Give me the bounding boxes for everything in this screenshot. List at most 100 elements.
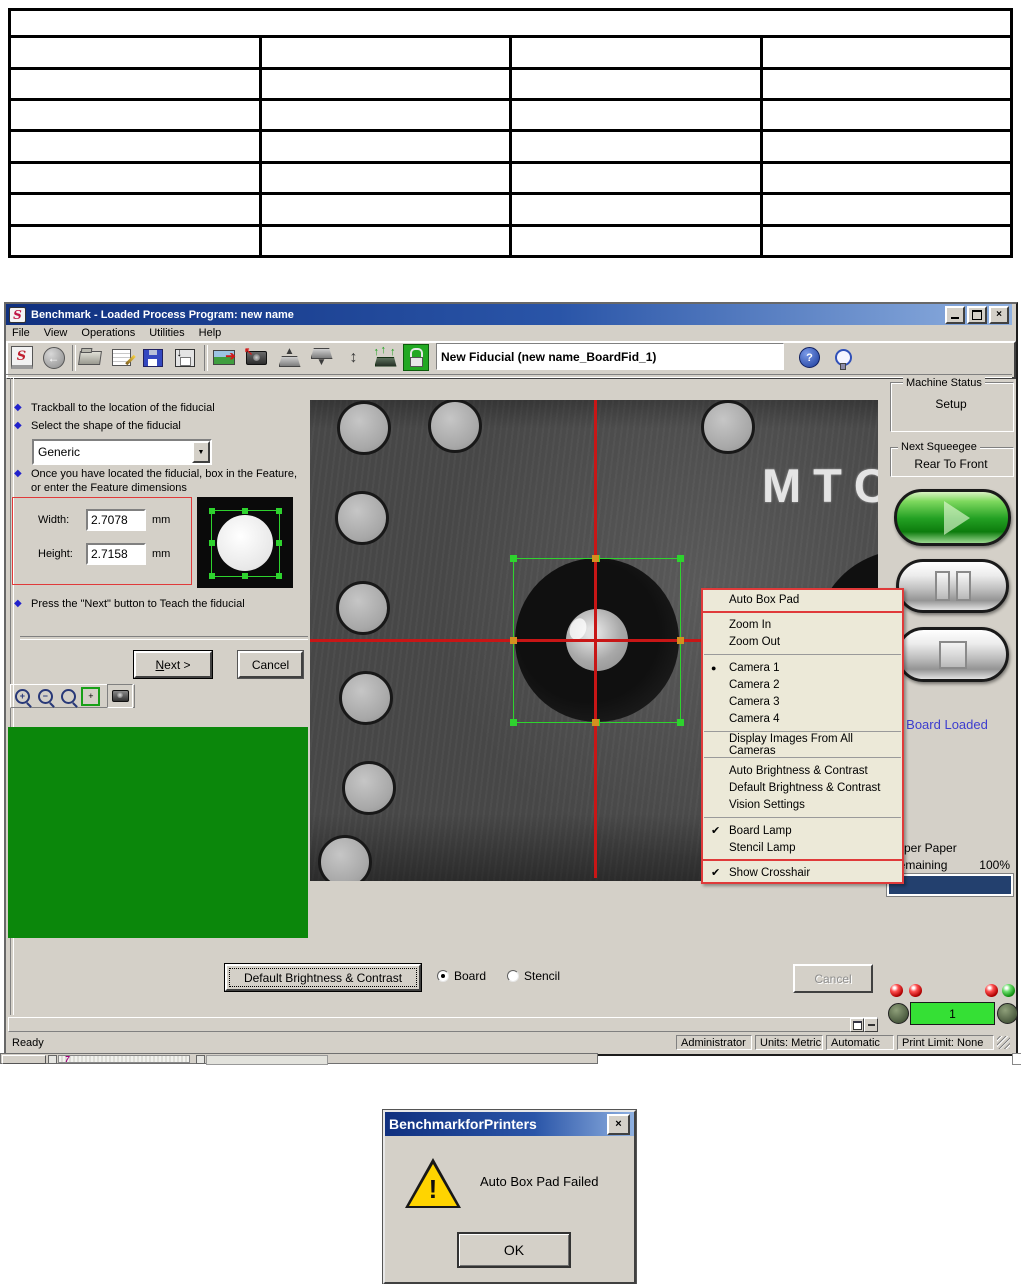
menu-item-display-all-cameras[interactable]: Display Images From All Cameras xyxy=(703,736,902,753)
menu-item-zoom-out[interactable]: Zoom Out xyxy=(703,633,902,650)
stop-button[interactable] xyxy=(896,627,1009,682)
zoom-out-icon[interactable]: − xyxy=(35,686,56,706)
board-counter: 1 xyxy=(910,1002,995,1025)
pcb-pad xyxy=(339,671,393,725)
close-button[interactable]: × xyxy=(989,306,1009,324)
save-icon[interactable] xyxy=(139,344,166,371)
menu-item-auto-brightness[interactable]: Auto Brightness & Contrast xyxy=(703,762,902,779)
fragment-box xyxy=(48,1055,57,1064)
camera-selection-box[interactable] xyxy=(513,558,681,723)
width-row: Width: mm xyxy=(38,509,170,531)
restore-pane-button[interactable] xyxy=(850,1018,864,1032)
zoom-reset-icon[interactable] xyxy=(58,686,79,706)
pause-button[interactable] xyxy=(896,559,1009,613)
silkscreen-text: MTC xyxy=(762,458,878,513)
menu-item-stencil-lamp[interactable]: Stencil Lamp xyxy=(703,839,902,856)
board-raise-icon[interactable]: ▲ xyxy=(276,344,303,371)
minimize-button[interactable] xyxy=(945,306,965,324)
menu-help[interactable]: Help xyxy=(199,327,222,339)
menu-item-camera-3[interactable]: Camera 3 xyxy=(703,693,902,710)
chevron-down-icon[interactable]: ▼ xyxy=(192,441,210,463)
stencil-radio-label[interactable]: Stencil xyxy=(524,969,560,983)
snapshot-camera-icon[interactable] xyxy=(107,684,133,708)
menu-item-show-crosshair[interactable]: ✔Show Crosshair xyxy=(703,864,902,881)
fiducial-name-field[interactable] xyxy=(436,343,784,370)
start-button[interactable] xyxy=(894,489,1011,546)
menu-item-auto-box-pad[interactable]: Auto Box Pad xyxy=(703,591,902,608)
shape-select-value: Generic xyxy=(34,445,192,459)
collapse-pane-button[interactable] xyxy=(864,1018,878,1032)
dialog-close-button[interactable]: × xyxy=(607,1114,630,1135)
crosshair-tick xyxy=(592,555,599,562)
lamp-bulb-icon[interactable] xyxy=(830,344,857,371)
menu-view[interactable]: View xyxy=(44,327,68,339)
fit-view-icon[interactable]: + xyxy=(80,686,101,706)
save-as-icon[interactable]: ↓ xyxy=(171,344,198,371)
table-row xyxy=(10,131,1012,162)
table-row xyxy=(10,194,1012,225)
board-radio-label[interactable]: Board xyxy=(454,969,486,983)
resize-grip[interactable] xyxy=(997,1036,1010,1049)
title-bar[interactable]: S Benchmark - Loaded Process Program: ne… xyxy=(6,304,1012,325)
benchmark-logo-icon[interactable]: S xyxy=(8,344,35,371)
selection-handle[interactable] xyxy=(510,719,517,726)
close-icon: × xyxy=(615,1118,621,1130)
toolbar-divider xyxy=(6,374,1012,378)
splitter-strip[interactable] xyxy=(8,1017,878,1032)
height-field[interactable] xyxy=(86,543,146,565)
status-led-green xyxy=(1002,984,1015,997)
board-lower-icon[interactable]: ▼ xyxy=(308,344,335,371)
instruction-trackball: ◆ Trackball to the location of the fiduc… xyxy=(14,401,306,415)
image-export-icon[interactable]: ➔ xyxy=(210,344,237,371)
menu-item-default-brightness[interactable]: Default Brightness & Contrast xyxy=(703,779,902,796)
height-adjust-icon[interactable]: ↕ xyxy=(340,344,367,371)
instruction-press-next: ◆ Press the "Next" button to Teach the f… xyxy=(14,597,306,611)
stencil-radio[interactable] xyxy=(507,970,519,982)
open-folder-icon[interactable] xyxy=(76,344,103,371)
lock-icon[interactable] xyxy=(403,344,429,371)
cancel-button[interactable]: Cancel xyxy=(237,650,304,679)
app-logo-icon: S xyxy=(9,307,26,323)
selection-handle[interactable] xyxy=(510,555,517,562)
zoom-in-icon[interactable]: + xyxy=(12,686,33,706)
selection-handle[interactable] xyxy=(677,719,684,726)
selection-handle[interactable] xyxy=(677,555,684,562)
height-row: Height: mm xyxy=(38,543,170,565)
width-field[interactable] xyxy=(86,509,146,531)
menu-file[interactable]: File xyxy=(12,327,30,339)
wiper-progress-fill xyxy=(889,876,1011,894)
dialog-title-bar[interactable]: BenchmarkforPrinters × xyxy=(385,1112,634,1136)
menu-item-camera-2[interactable]: Camera 2 xyxy=(703,676,902,693)
camera-capture-icon[interactable]: ↖ xyxy=(243,344,270,371)
menu-divider xyxy=(704,757,901,758)
toolbar-separator xyxy=(204,345,208,371)
back-icon[interactable]: ← xyxy=(40,344,67,371)
camera-context-menu: Auto Box Pad Zoom In Zoom Out ●Camera 1 … xyxy=(701,588,904,884)
menu-divider xyxy=(704,817,901,818)
maximize-icon xyxy=(972,310,982,320)
lamp-indicator xyxy=(888,1003,909,1024)
menu-item-camera-1[interactable]: ●Camera 1 xyxy=(703,659,902,676)
maximize-button[interactable] xyxy=(967,306,987,324)
edit-note-icon[interactable] xyxy=(108,344,135,371)
board-separate-icon[interactable]: ↑ ↑ ↑ xyxy=(371,344,398,371)
next-squeegee-value: Rear To Front xyxy=(890,457,1012,471)
status-led-red xyxy=(985,984,998,997)
menu-item-vision-settings[interactable]: Vision Settings xyxy=(703,796,902,813)
machine-status-title: Machine Status xyxy=(903,377,985,389)
menu-item-zoom-in[interactable]: Zoom In xyxy=(703,616,902,633)
next-button[interactable]: Next > xyxy=(133,650,213,679)
crosshair-tick xyxy=(677,637,684,644)
radio-dot-icon: ● xyxy=(711,663,716,673)
menu-item-board-lamp[interactable]: ✔Board Lamp xyxy=(703,822,902,839)
height-label: Height: xyxy=(38,548,80,560)
help-icon[interactable]: ? xyxy=(796,344,823,371)
default-brightness-button[interactable]: Default Brightness & Contrast xyxy=(224,963,422,992)
menu-utilities[interactable]: Utilities xyxy=(149,327,184,339)
shape-select[interactable]: Generic ▼ xyxy=(32,439,212,465)
menu-item-camera-4[interactable]: Camera 4 xyxy=(703,710,902,727)
board-radio[interactable] xyxy=(437,970,449,982)
ok-button[interactable]: OK xyxy=(457,1232,571,1268)
preview-selection-box xyxy=(211,510,280,577)
menu-operations[interactable]: Operations xyxy=(81,327,135,339)
